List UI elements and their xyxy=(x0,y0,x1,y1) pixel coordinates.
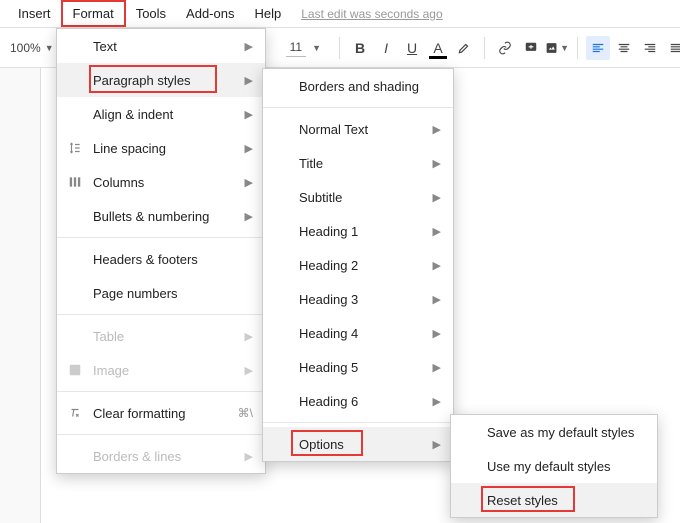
link-icon xyxy=(498,41,512,55)
menu-item-heading-4[interactable]: Heading 4 ▶ xyxy=(263,316,453,350)
chevron-right-icon: ▶ xyxy=(245,176,253,189)
chevron-right-icon: ▶ xyxy=(433,157,441,170)
text-color-button[interactable]: A xyxy=(426,36,450,60)
zoom-select[interactable]: 100% ▼ xyxy=(4,37,60,59)
align-left-icon xyxy=(591,41,605,55)
menu-item-heading-1[interactable]: Heading 1 ▶ xyxy=(263,214,453,248)
image-icon xyxy=(545,41,558,55)
menu-item-bullets-numbering[interactable]: Bullets & numbering ▶ xyxy=(57,199,265,233)
menu-item-save-default-styles[interactable]: Save as my default styles xyxy=(451,415,657,449)
chevron-right-icon: ▶ xyxy=(433,438,441,451)
menu-item-paragraph-styles[interactable]: Paragraph styles ▶ xyxy=(57,63,265,97)
chevron-right-icon: ▶ xyxy=(433,395,441,408)
align-right-icon xyxy=(643,41,657,55)
chevron-right-icon: ▶ xyxy=(433,225,441,238)
chevron-right-icon: ▶ xyxy=(245,330,253,343)
menu-item-table: Table ▶ xyxy=(57,319,265,353)
menu-item-clear-formatting[interactable]: Clear formatting ⌘\ xyxy=(57,396,265,430)
menu-format[interactable]: Format xyxy=(61,0,126,27)
insert-image-button[interactable]: ▼ xyxy=(545,36,569,60)
clear-formatting-shortcut: ⌘\ xyxy=(238,406,253,420)
line-spacing-icon xyxy=(67,140,83,156)
highlighter-icon xyxy=(457,41,471,55)
chevron-right-icon: ▶ xyxy=(245,40,253,53)
chevron-right-icon: ▶ xyxy=(245,74,253,87)
menu-item-text[interactable]: Text ▶ xyxy=(57,29,265,63)
align-center-icon xyxy=(617,41,631,55)
chevron-right-icon: ▶ xyxy=(433,293,441,306)
chevron-down-icon: ▼ xyxy=(560,43,569,53)
menu-item-heading-5[interactable]: Heading 5 ▶ xyxy=(263,350,453,384)
menu-item-align-indent[interactable]: Align & indent ▶ xyxy=(57,97,265,131)
chevron-right-icon: ▶ xyxy=(245,142,253,155)
menu-item-use-default-styles[interactable]: Use my default styles xyxy=(451,449,657,483)
chevron-down-icon: ▼ xyxy=(45,43,54,53)
align-left-button[interactable] xyxy=(586,36,610,60)
menu-addons[interactable]: Add-ons xyxy=(176,2,244,25)
add-comment-button[interactable] xyxy=(519,36,543,60)
chevron-down-icon: ▼ xyxy=(312,43,321,53)
chevron-right-icon: ▶ xyxy=(433,327,441,340)
font-size-control[interactable]: 11 ▼ xyxy=(286,38,321,57)
image-icon xyxy=(67,362,83,378)
menu-item-reset-styles[interactable]: Reset styles xyxy=(451,483,657,517)
menu-item-borders-shading[interactable]: Borders and shading xyxy=(263,69,453,103)
format-menu: Text ▶ Paragraph styles ▶ Align & indent… xyxy=(56,28,266,474)
menu-item-heading-3[interactable]: Heading 3 ▶ xyxy=(263,282,453,316)
font-size-value: 11 xyxy=(286,38,306,57)
last-edit-link[interactable]: Last edit was seconds ago xyxy=(301,7,442,21)
paragraph-styles-submenu: Borders and shading Normal Text ▶ Title … xyxy=(262,68,454,462)
comment-plus-icon xyxy=(524,41,538,55)
chevron-right-icon: ▶ xyxy=(245,108,253,121)
chevron-right-icon: ▶ xyxy=(433,361,441,374)
menubar: Insert Format Tools Add-ons Help Last ed… xyxy=(0,0,680,28)
italic-button[interactable]: I xyxy=(374,36,398,60)
menu-item-columns[interactable]: Columns ▶ xyxy=(57,165,265,199)
menu-tools[interactable]: Tools xyxy=(126,2,176,25)
menu-item-headers-footers[interactable]: Headers & footers xyxy=(57,242,265,276)
chevron-right-icon: ▶ xyxy=(433,259,441,272)
menu-help[interactable]: Help xyxy=(244,2,291,25)
chevron-right-icon: ▶ xyxy=(433,191,441,204)
menu-item-title[interactable]: Title ▶ xyxy=(263,146,453,180)
menu-item-heading-2[interactable]: Heading 2 ▶ xyxy=(263,248,453,282)
highlight-button[interactable] xyxy=(452,36,476,60)
align-justify-icon xyxy=(669,41,680,55)
insert-link-button[interactable] xyxy=(493,36,517,60)
menu-item-image: Image ▶ xyxy=(57,353,265,387)
options-submenu: Save as my default styles Use my default… xyxy=(450,414,658,518)
menu-item-options[interactable]: Options ▶ xyxy=(263,427,453,461)
align-center-button[interactable] xyxy=(612,36,636,60)
chevron-right-icon: ▶ xyxy=(245,210,253,223)
menu-item-heading-6[interactable]: Heading 6 ▶ xyxy=(263,384,453,418)
chevron-right-icon: ▶ xyxy=(245,364,253,377)
bold-button[interactable]: B xyxy=(348,36,372,60)
align-right-button[interactable] xyxy=(638,36,662,60)
menu-item-line-spacing[interactable]: Line spacing ▶ xyxy=(57,131,265,165)
menu-item-page-numbers[interactable]: Page numbers xyxy=(57,276,265,310)
chevron-right-icon: ▶ xyxy=(245,450,253,463)
clear-formatting-icon xyxy=(67,405,83,421)
align-justify-button[interactable] xyxy=(664,36,680,60)
menu-insert[interactable]: Insert xyxy=(8,2,61,25)
columns-icon xyxy=(67,174,83,190)
zoom-value: 100% xyxy=(10,41,41,55)
menu-item-normal-text[interactable]: Normal Text ▶ xyxy=(263,112,453,146)
menu-item-borders-lines: Borders & lines ▶ xyxy=(57,439,265,473)
underline-button[interactable]: U xyxy=(400,36,424,60)
chevron-right-icon: ▶ xyxy=(433,123,441,136)
menu-item-subtitle[interactable]: Subtitle ▶ xyxy=(263,180,453,214)
